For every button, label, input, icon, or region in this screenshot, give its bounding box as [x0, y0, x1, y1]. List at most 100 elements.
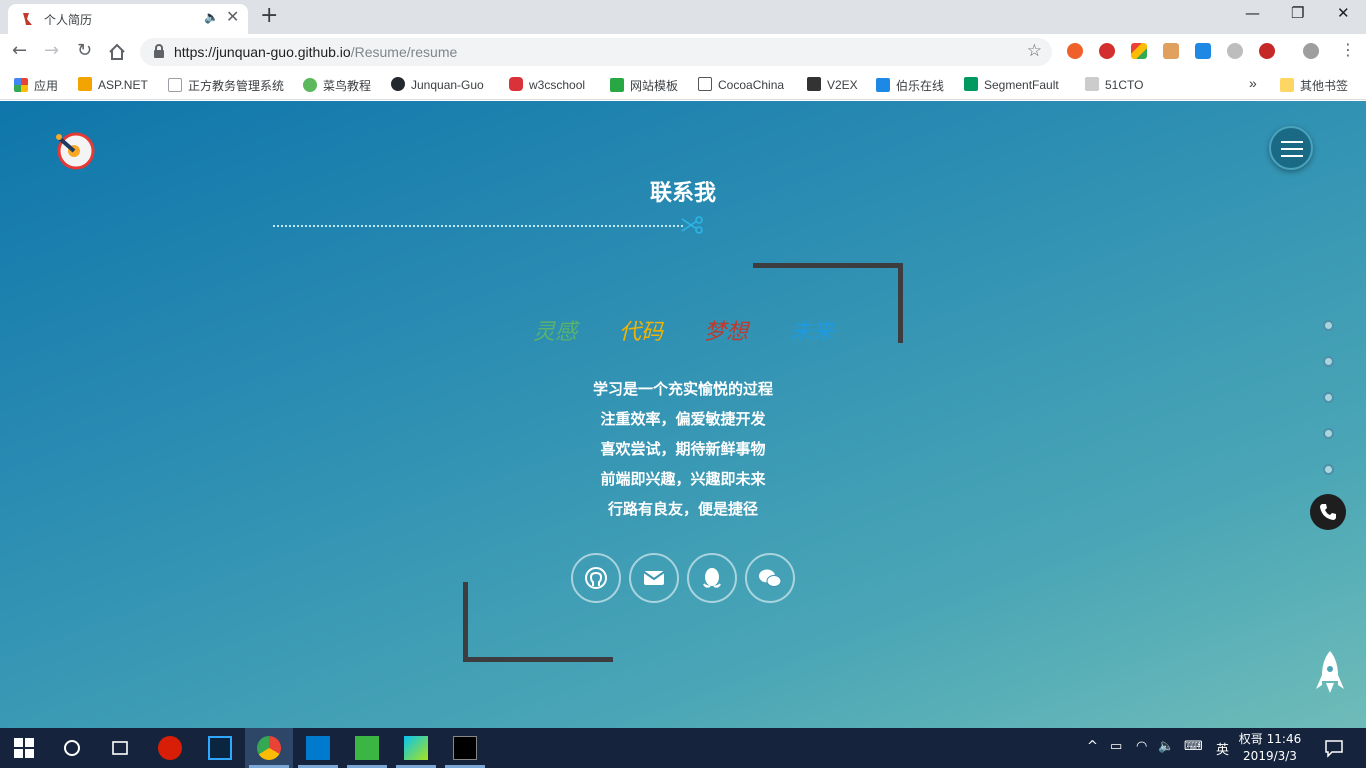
windows-start-icon[interactable]	[14, 738, 34, 758]
bookmark-runoob[interactable]: 菜鸟教程	[303, 77, 371, 94]
minimize-button[interactable]: —	[1245, 4, 1260, 22]
page-content: 联系我 灵感 代码 梦想 未来 学习是一个充实愉悦的过程 注重效率，偏爱敏捷开发…	[0, 101, 1366, 728]
bookmark-label: V2EX	[827, 78, 858, 92]
battery-icon[interactable]: ▭	[1110, 739, 1122, 754]
keyword-mengxiang: 梦想	[704, 320, 749, 345]
vscode-icon[interactable]	[306, 736, 330, 760]
url-path: /Resume/resume	[350, 44, 458, 60]
sidenav-experience[interactable]	[1323, 464, 1334, 475]
tab-close-icon[interactable]: ✕	[226, 7, 239, 26]
browser-tab[interactable]: 个人简历 🔈 ✕	[8, 4, 248, 34]
chrome-icon[interactable]	[257, 736, 281, 760]
bookmark-aspnet[interactable]: ASP.NET	[78, 77, 148, 92]
bookmark-label: CocoaChina	[718, 78, 785, 92]
other-bookmarks[interactable]: 其他书签	[1280, 77, 1348, 94]
aspnet-icon	[78, 77, 92, 91]
poem-line: 行路有良友，便是捷径	[607, 500, 758, 518]
profile-avatar[interactable]	[1303, 43, 1319, 59]
qq-link[interactable]	[687, 553, 737, 603]
task-view-icon[interactable]	[110, 738, 130, 758]
ime-indicator[interactable]: 英	[1216, 739, 1229, 758]
terminal-icon[interactable]	[453, 736, 477, 760]
page-icon	[168, 78, 182, 92]
new-tab-button[interactable]: +	[260, 3, 278, 28]
keyboard-icon[interactable]: ⌨	[1184, 739, 1203, 754]
bookmark-jiaowu[interactable]: 正方教务管理系统	[168, 77, 284, 94]
weibo-icon[interactable]	[1227, 43, 1243, 59]
bookmark-label: 菜鸟教程	[323, 79, 372, 93]
template-m-icon	[610, 78, 624, 92]
bookmark-label: w3cschool	[529, 78, 586, 92]
poem-line: 学习是一个充实愉悦的过程	[592, 380, 773, 398]
site-logo-icon[interactable]	[52, 127, 96, 171]
resume-favicon-icon	[20, 11, 36, 27]
bookmark-github[interactable]: Junquan-Guo	[391, 77, 484, 92]
poem-line: 喜欢尝试，期待新鲜事物	[600, 440, 766, 458]
restore-button[interactable]: ❐	[1291, 4, 1304, 22]
extension-red-icon[interactable]	[1259, 43, 1275, 59]
wifi-icon[interactable]: ◠	[1136, 739, 1147, 754]
sidenav-about[interactable]	[1323, 356, 1334, 367]
system-clock[interactable]: 权哥 11:46 2019/3/3	[1236, 731, 1304, 765]
keyword-weilai: 未来	[790, 320, 835, 345]
tray-chevron-icon[interactable]: ^	[1087, 739, 1098, 754]
notification-center-icon[interactable]	[1324, 738, 1344, 758]
windows-taskbar: ^ ▭ ◠ 🔈 ⌨ 英 权哥 11:46 2019/3/3	[0, 728, 1366, 768]
back-button[interactable]: ←	[12, 40, 27, 61]
keyword-lingan: 灵感	[533, 320, 578, 345]
close-window-button[interactable]: ✕	[1337, 4, 1350, 22]
adblock-icon[interactable]	[1099, 43, 1115, 59]
bookmark-label: 应用	[34, 79, 59, 93]
lock-icon	[154, 44, 164, 58]
home-icon[interactable]	[108, 43, 126, 61]
menu-toggle-button[interactable]	[1269, 126, 1313, 170]
url-host: https://junquan-guo.github.io	[174, 44, 351, 60]
tab-title: 个人简历	[44, 13, 93, 27]
mail-icon	[643, 571, 665, 585]
extension-infinity-icon[interactable]	[1067, 43, 1083, 59]
chrome-menu-icon[interactable]: ⋮	[1340, 40, 1356, 59]
clock-user: 权哥	[1238, 732, 1263, 746]
bookmark-w3cschool[interactable]: w3cschool	[509, 77, 585, 92]
bookmark-v2ex[interactable]: V2EX	[807, 77, 858, 92]
url-text: https://junquan-guo.github.io/Resume/res…	[174, 44, 457, 60]
github-icon	[585, 567, 607, 589]
address-bar[interactable]: https://junquan-guo.github.io/Resume/res…	[140, 38, 1052, 66]
section-title: 联系我	[649, 181, 716, 206]
apps-grid-icon	[14, 78, 28, 92]
sidenav-skills[interactable]	[1323, 392, 1334, 403]
hammer-icon	[698, 77, 712, 91]
github-link[interactable]	[571, 553, 621, 603]
photoshop-icon[interactable]	[208, 736, 232, 760]
extension-tool-icon[interactable]	[1163, 43, 1179, 59]
bookmark-label: 正方教务管理系统	[188, 79, 285, 93]
segmentfault-icon	[964, 77, 978, 91]
wechat-link[interactable]	[745, 553, 795, 603]
sidenav-contact[interactable]	[1310, 494, 1346, 530]
bookmark-apps[interactable]: 应用	[14, 77, 58, 94]
github-icon	[391, 77, 405, 91]
extension-color-icon[interactable]	[1131, 43, 1147, 59]
bookmark-templates[interactable]: 网站模板	[610, 77, 678, 94]
bookmark-star-icon[interactable]: ☆	[1027, 41, 1042, 61]
netease-music-icon[interactable]	[158, 736, 182, 760]
hbuilder-icon[interactable]	[355, 736, 379, 760]
bookmark-segmentfault[interactable]: SegmentFault	[964, 77, 1059, 92]
sidenav-projects[interactable]	[1323, 428, 1334, 439]
reload-button[interactable]: ↻	[77, 40, 92, 61]
w3cschool-icon	[509, 77, 523, 91]
sidenav-home[interactable]	[1323, 320, 1334, 331]
tab-audio-icon[interactable]: 🔈	[204, 10, 219, 24]
cortana-search-icon[interactable]	[62, 738, 82, 758]
bookmark-jobbole[interactable]: 伯乐在线	[876, 77, 944, 94]
volume-icon[interactable]: 🔈	[1158, 739, 1174, 754]
extension-s-icon[interactable]	[1195, 43, 1211, 59]
v2ex-icon	[807, 77, 821, 91]
bookmark-cocoachina[interactable]: CocoaChina	[698, 77, 784, 92]
forward-button[interactable]: →	[44, 40, 59, 61]
webstorm-icon[interactable]	[404, 736, 428, 760]
bookmark-51cto[interactable]: 51CTO	[1085, 77, 1143, 92]
back-to-top-rocket-icon[interactable]	[1312, 649, 1348, 697]
email-link[interactable]	[629, 553, 679, 603]
bookmarks-overflow-button[interactable]: »	[1249, 75, 1257, 91]
